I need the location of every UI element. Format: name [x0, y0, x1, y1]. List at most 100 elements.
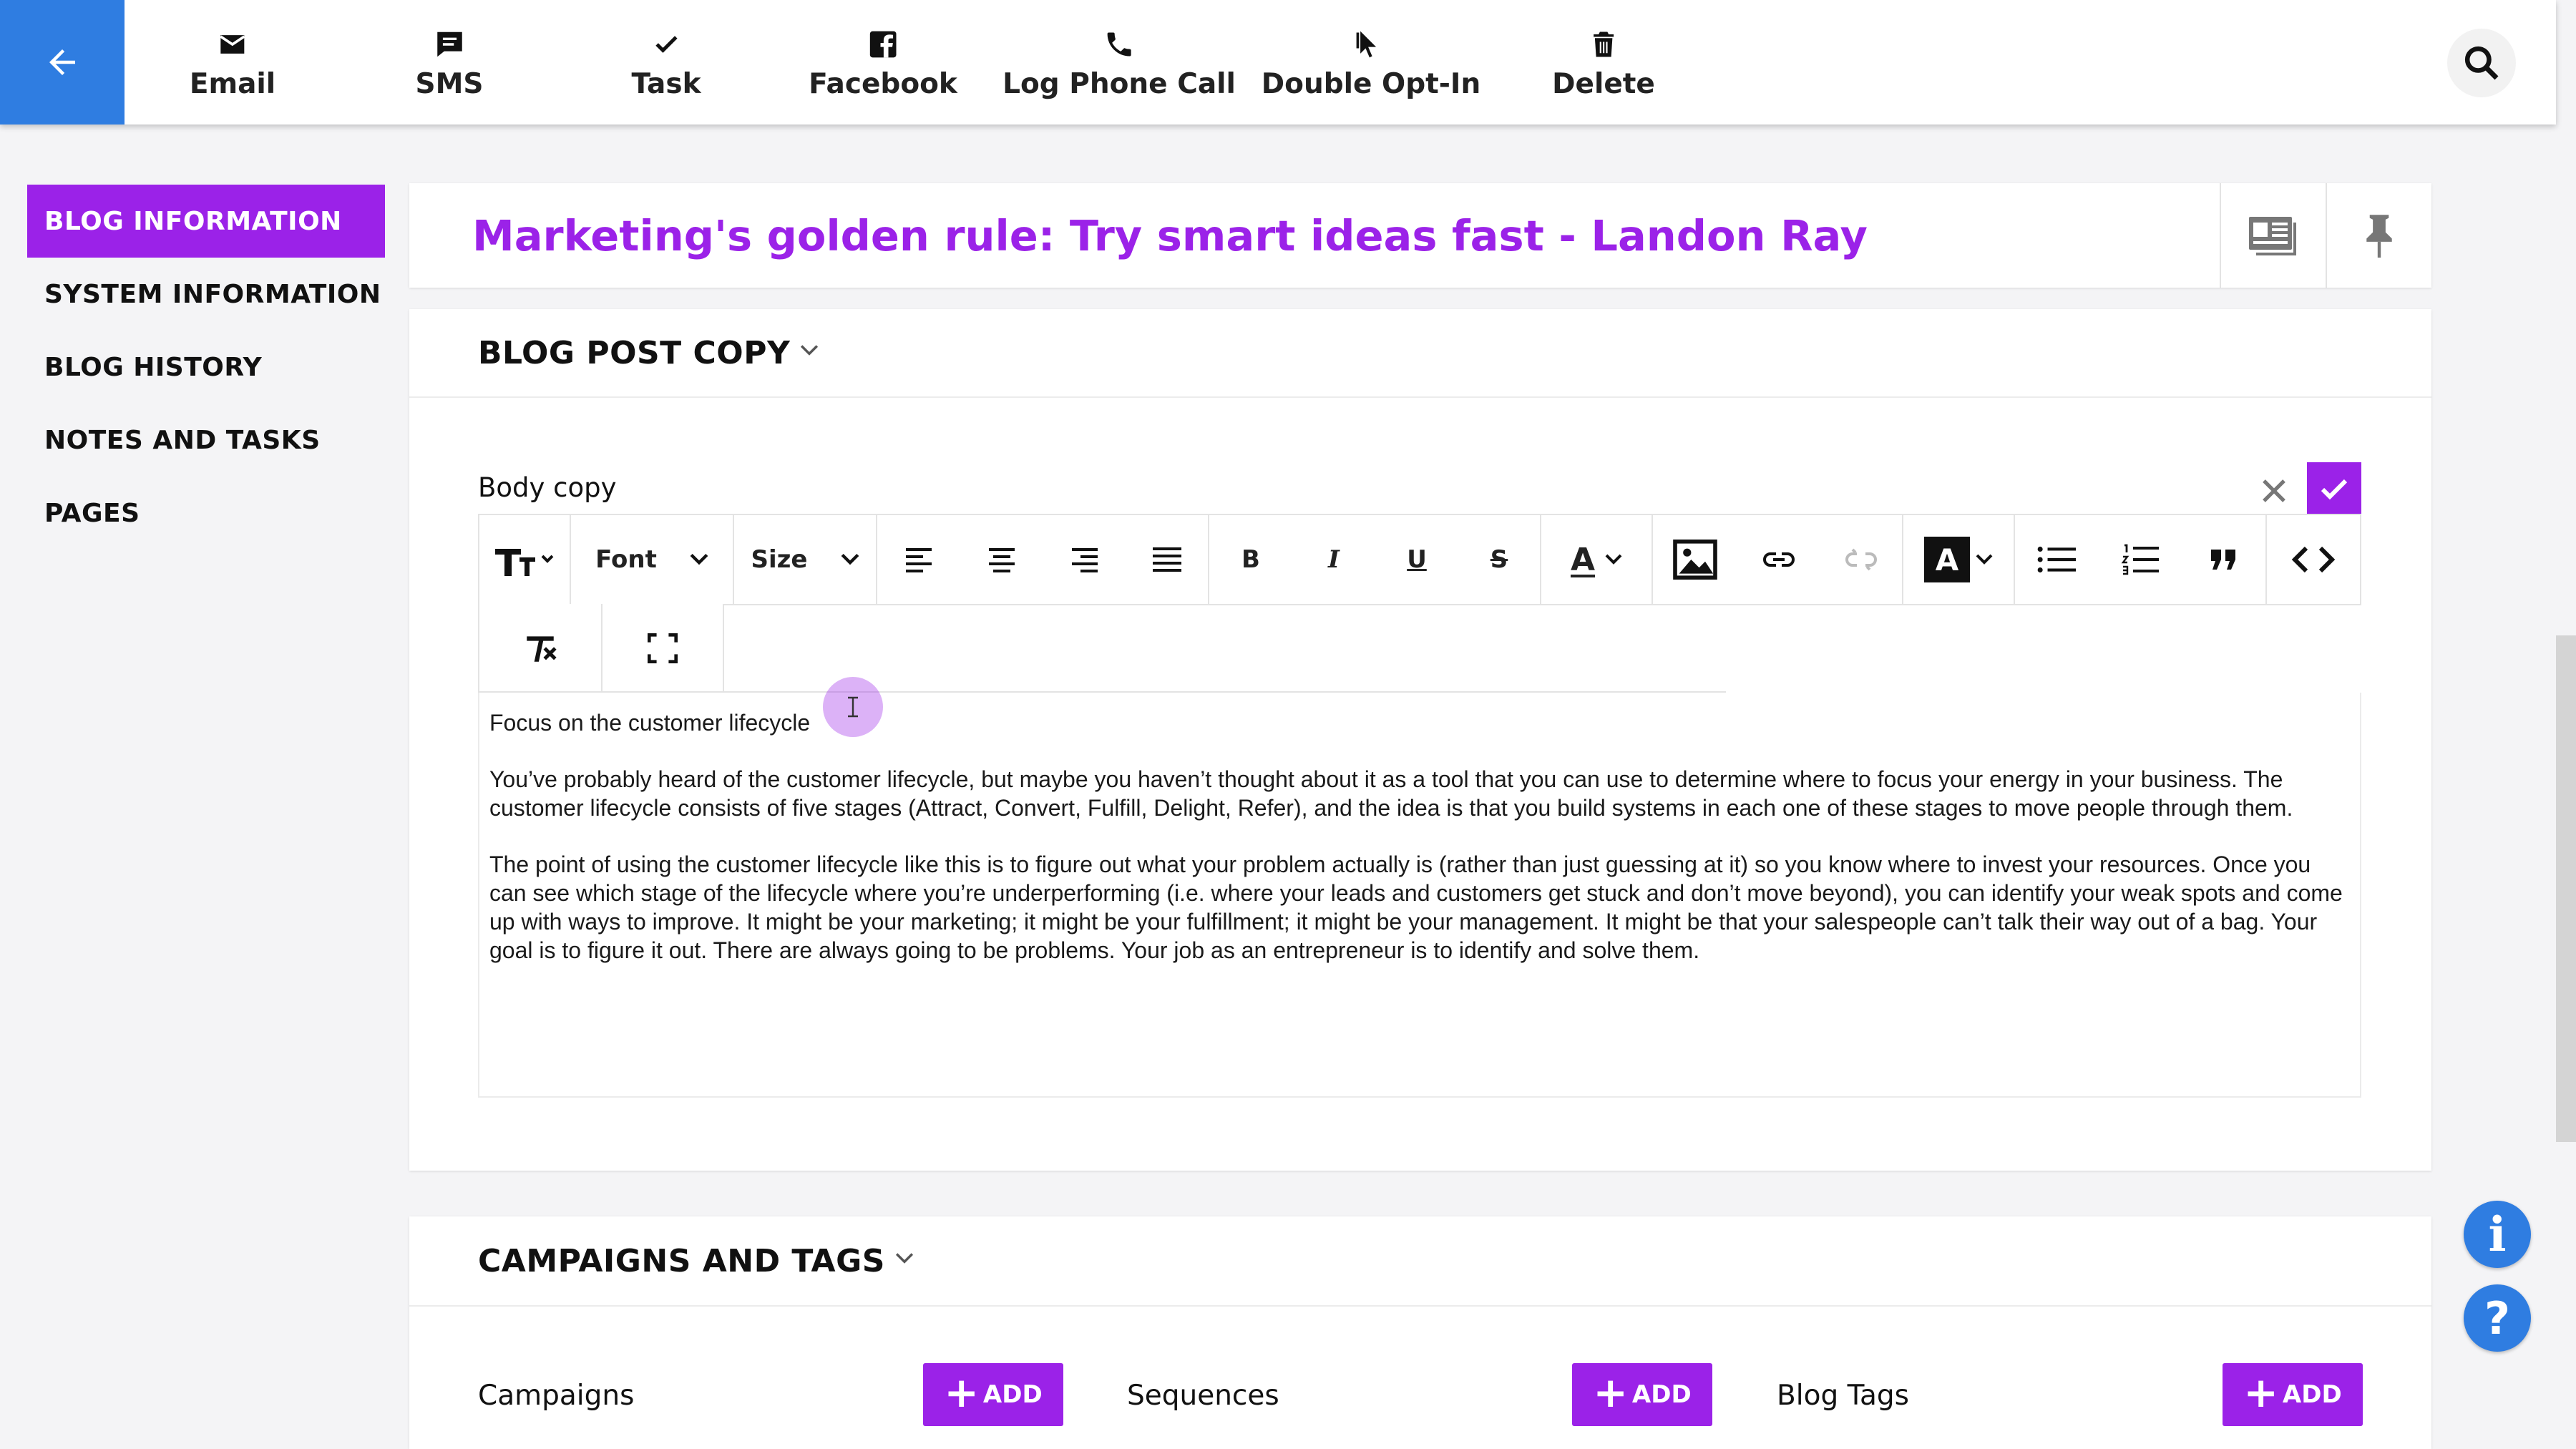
add-sequence-button[interactable]: + ADD — [1572, 1363, 1712, 1426]
info-icon: i — [2488, 1206, 2507, 1262]
phone-icon — [1100, 25, 1138, 64]
sms-action[interactable]: SMS — [416, 0, 484, 125]
checkmark-icon — [647, 25, 686, 64]
delete-label: Delete — [1552, 67, 1655, 100]
layout-toggle-button[interactable] — [2220, 183, 2326, 288]
log-phone-call-action[interactable]: Log Phone Call — [1002, 0, 1236, 125]
search-icon — [2464, 46, 2499, 80]
editor-paragraph-heading: Focus on the customer lifecycle — [489, 710, 811, 736]
page-scrollbar[interactable] — [2556, 635, 2576, 1142]
sidebar-item-notes-and-tasks[interactable]: NOTES AND TASKS — [27, 404, 385, 477]
chevron-down-icon — [801, 345, 819, 356]
sidebar-item-blog-history[interactable]: BLOG HISTORY — [27, 331, 385, 404]
back-button[interactable] — [0, 0, 125, 125]
pin-button[interactable] — [2326, 183, 2431, 288]
delete-action[interactable]: Delete — [1552, 0, 1655, 125]
facebook-icon — [864, 25, 902, 64]
bold-button[interactable]: B — [1209, 515, 1292, 604]
plus-icon: + — [1593, 1368, 1628, 1417]
double-opt-in-label: Double Opt-In — [1261, 67, 1481, 100]
chevron-down-icon — [690, 553, 708, 565]
unlink-button[interactable] — [1820, 515, 1903, 604]
close-icon — [2263, 479, 2285, 502]
chevron-down-icon — [1605, 554, 1622, 565]
font-family-dropdown[interactable]: Font — [571, 515, 734, 604]
email-action[interactable]: Email — [190, 0, 275, 125]
text-cursor-icon — [848, 696, 858, 718]
section-title: BLOG POST COPY — [478, 334, 791, 371]
align-justify-button[interactable] — [1126, 515, 1209, 604]
envelope-icon — [213, 25, 252, 64]
save-edit-button[interactable] — [2307, 462, 2361, 517]
double-opt-in-action[interactable]: Double Opt-In — [1262, 0, 1480, 125]
body-copy-editor[interactable]: Focus on the customer lifecycle You’ve p… — [478, 693, 2361, 1098]
font-size-dropdown[interactable]: Size — [734, 515, 877, 604]
plus-icon: + — [2243, 1368, 2278, 1417]
pin-icon — [2366, 215, 2392, 258]
underline-icon: U — [1407, 545, 1427, 574]
align-center-icon — [989, 548, 1015, 572]
strikethrough-icon: S — [1490, 545, 1508, 574]
email-label: Email — [189, 67, 276, 100]
blog-tags-label: Blog Tags — [1777, 1380, 1909, 1412]
check-icon — [2321, 479, 2348, 500]
help-button[interactable]: ? — [2464, 1284, 2531, 1352]
background-color-button[interactable]: A — [1903, 515, 2015, 604]
clear-format-icon — [527, 636, 557, 662]
bulleted-list-button[interactable] — [2015, 515, 2098, 604]
campaigns-and-tags-section: CAMPAIGNS AND TAGS — [409, 1216, 2431, 1449]
paragraph-format-button[interactable] — [479, 515, 571, 604]
link-icon — [1763, 552, 1795, 567]
sidebar-item-system-information[interactable]: SYSTEM INFORMATION — [27, 258, 385, 331]
add-blog-tag-button[interactable]: + ADD — [2223, 1363, 2363, 1426]
align-left-icon — [906, 548, 932, 572]
info-button[interactable]: i — [2464, 1201, 2531, 1268]
mouse-cursor-highlight — [823, 677, 883, 737]
strikethrough-button[interactable]: S — [1458, 515, 1541, 604]
task-action[interactable]: Task — [631, 0, 701, 125]
italic-icon: I — [1328, 545, 1340, 574]
insert-link-button[interactable] — [1737, 515, 1820, 604]
facebook-action[interactable]: Facebook — [809, 0, 957, 125]
text-color-button[interactable]: A — [1541, 515, 1653, 604]
fullscreen-button[interactable] — [602, 604, 724, 693]
text-color-icon: A — [1570, 541, 1596, 578]
image-icon — [1673, 540, 1717, 580]
editor-paragraph: You’ve probably heard of the customer li… — [489, 766, 2293, 821]
align-left-button[interactable] — [877, 515, 960, 604]
editor-paragraph: The point of using the customer lifecycl… — [489, 852, 2343, 963]
italic-button[interactable]: I — [1292, 515, 1375, 604]
add-label: ADD — [982, 1380, 1043, 1409]
sidebar-item-pages[interactable]: PAGES — [27, 477, 385, 550]
underline-button[interactable]: U — [1375, 515, 1458, 604]
unlink-icon — [1845, 548, 1877, 571]
code-view-button[interactable] — [2267, 515, 2360, 604]
cancel-edit-button[interactable] — [2253, 469, 2296, 512]
align-center-button[interactable] — [960, 515, 1043, 604]
chevron-down-icon — [895, 1253, 913, 1264]
align-right-button[interactable] — [1043, 515, 1126, 604]
clear-formatting-button[interactable] — [479, 604, 602, 693]
background-color-icon: A — [1924, 537, 1970, 582]
arrow-left-icon — [49, 49, 75, 75]
campaigns-and-tags-header[interactable]: CAMPAIGNS AND TAGS — [409, 1216, 2431, 1307]
numbered-list-icon — [2121, 544, 2159, 575]
body-copy-label: Body copy — [478, 472, 617, 503]
add-campaign-button[interactable]: + ADD — [923, 1363, 1063, 1426]
record-title-card: Marketing's golden rule: Try smart ideas… — [409, 183, 2431, 288]
blog-post-copy-header[interactable]: BLOG POST COPY — [409, 309, 2431, 398]
search-button[interactable] — [2447, 29, 2516, 97]
blockquote-button[interactable] — [2182, 515, 2267, 604]
size-dropdown-label: Size — [751, 545, 808, 574]
trash-icon — [1584, 25, 1623, 64]
sidebar-item-blog-information[interactable]: BLOG INFORMATION — [27, 185, 385, 258]
insert-image-button[interactable] — [1653, 515, 1737, 604]
align-right-icon — [1072, 548, 1098, 572]
campaigns-label: Campaigns — [478, 1380, 635, 1412]
section-title: CAMPAIGNS AND TAGS — [478, 1242, 885, 1279]
facebook-label: Facebook — [809, 67, 957, 100]
task-label: Task — [631, 67, 701, 100]
numbered-list-button[interactable] — [2098, 515, 2182, 604]
sms-label: SMS — [415, 67, 484, 100]
sequences-label: Sequences — [1127, 1380, 1279, 1412]
